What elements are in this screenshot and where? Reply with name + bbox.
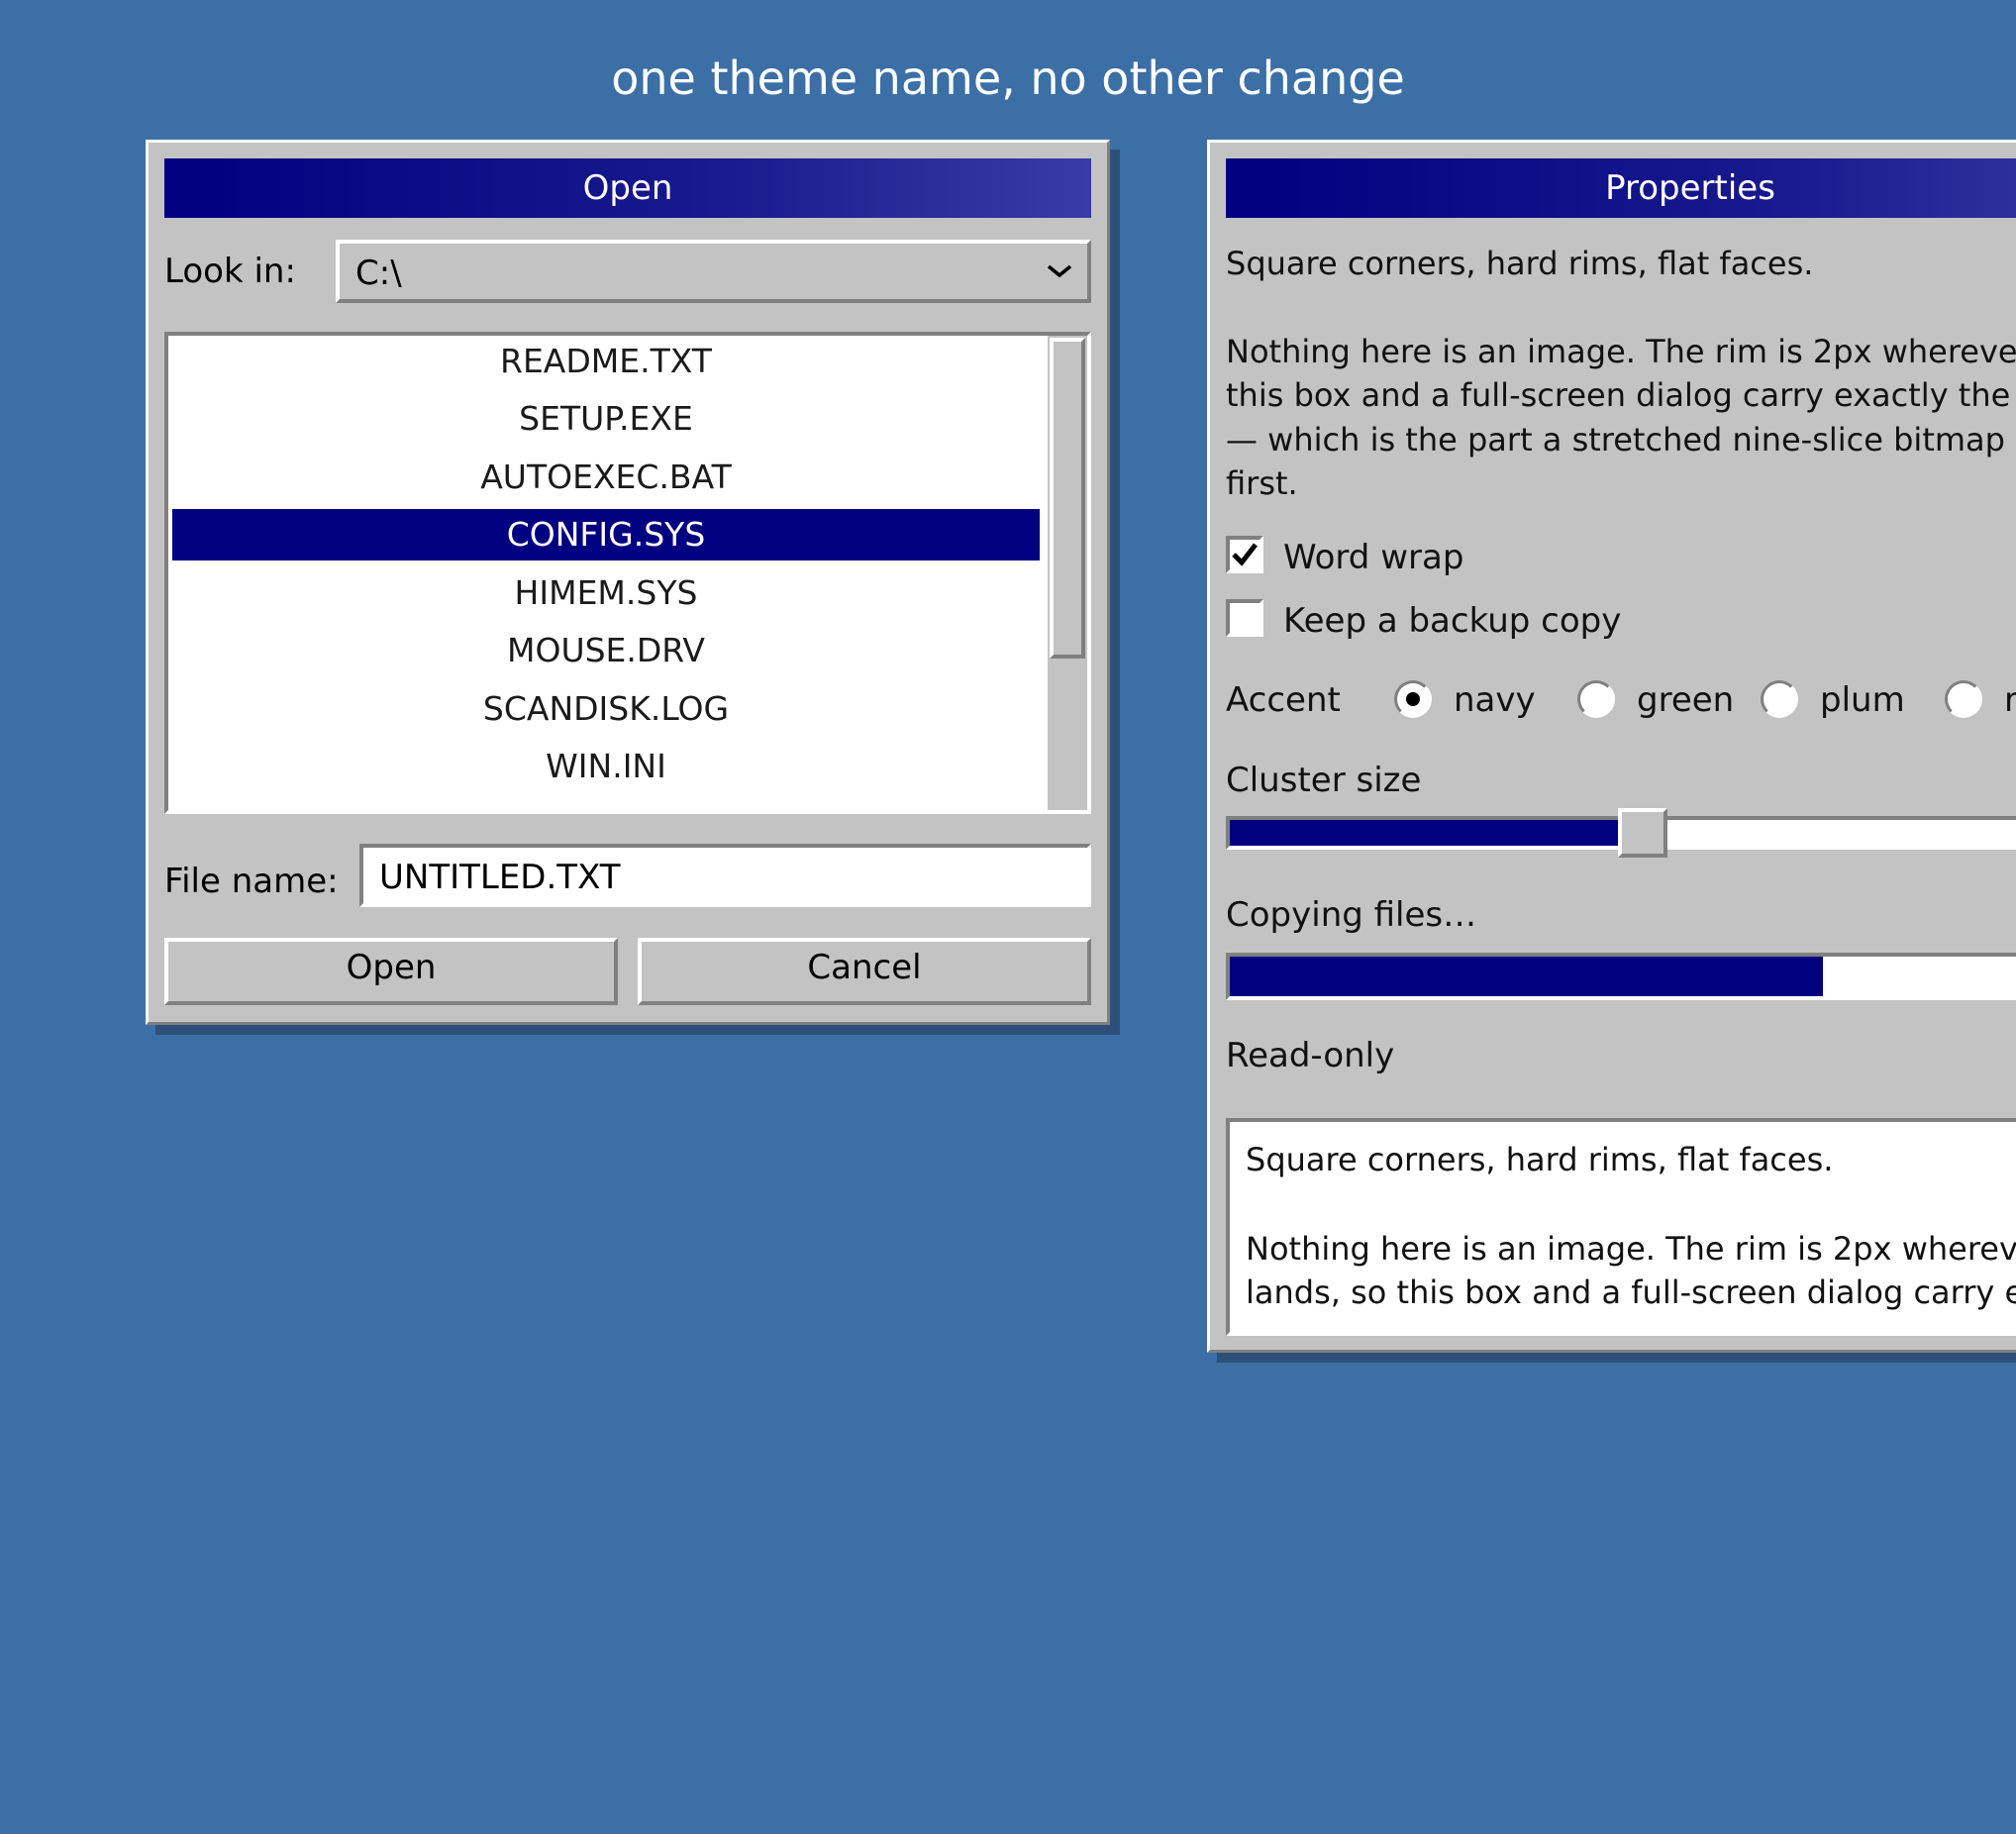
list-item[interactable]: README.TXT [172, 336, 1040, 387]
accent-radio-navy[interactable] [1394, 680, 1432, 718]
accent-radio-plum[interactable] [1761, 680, 1798, 718]
file-name-label: File name: [164, 862, 339, 901]
file-list[interactable]: README.TXT SETUP.EXE AUTOEXEC.BAT CONFIG… [164, 332, 1091, 814]
radio-dot [1406, 692, 1420, 706]
chevron-down-icon [1047, 264, 1072, 278]
word-wrap-label[interactable]: Word wrap [1283, 536, 1463, 579]
scrollbar-thumb[interactable] [1050, 338, 1085, 659]
open-dialog: Open Look in: C:\ README.TXT SETUP.EXE A… [146, 140, 1110, 1025]
paragraph-line: — which is the part a stretched nine-sli… [1226, 421, 2016, 458]
accent-label: Accent [1226, 680, 1341, 720]
backup-label[interactable]: Keep a backup copy [1283, 599, 1621, 643]
progress-fill [1230, 957, 1823, 996]
properties-titlebar: Properties [1226, 158, 2016, 218]
file-name-input[interactable]: UNTITLED.TXT [359, 844, 1091, 907]
open-dialog-titlebar: Open [164, 158, 1091, 218]
checkmark-icon [1232, 543, 1258, 566]
cluster-size-slider[interactable] [1226, 808, 2016, 858]
word-wrap-checkbox[interactable] [1226, 536, 1263, 573]
paragraph-line: Nothing here is an image. The rim is 2px… [1226, 333, 2016, 370]
accent-option-label[interactable]: r [2004, 678, 2016, 722]
accent-radio-4[interactable] [1945, 680, 1982, 718]
accent-option-label[interactable]: navy [1454, 678, 1536, 722]
open-button[interactable]: Open [164, 938, 618, 1005]
list-item[interactable]: HIMEM.SYS [172, 567, 1040, 619]
look-in-dropdown[interactable]: C:\ [336, 240, 1091, 303]
readonly-label: Read-only [1226, 1036, 1395, 1075]
look-in-value: C:\ [355, 254, 402, 293]
list-item[interactable]: AUTOEXEC.BAT [172, 452, 1040, 503]
paragraph-line: this box and a full-screen dialog carry … [1226, 376, 2016, 414]
slider-thumb[interactable] [1618, 808, 1667, 858]
list-item[interactable]: WIN.INI [172, 741, 1040, 792]
slider-fill [1230, 820, 1618, 846]
list-item[interactable]: SCANDISK.LOG [172, 683, 1040, 735]
readonly-line: Nothing here is an image. The rim is 2px… [1246, 1230, 2016, 1268]
readonly-textbox: Square corners, hard rims, flat faces. N… [1226, 1118, 2016, 1336]
page-heading: one theme name, no other change [611, 51, 1405, 105]
backup-checkbox[interactable] [1226, 599, 1263, 637]
scrollbar-track[interactable] [1048, 336, 1087, 810]
file-name-value: UNTITLED.TXT [379, 858, 621, 897]
accent-option-label[interactable]: green [1637, 678, 1734, 722]
accent-option-label[interactable]: plum [1820, 678, 1905, 722]
look-in-label: Look in: [164, 252, 296, 291]
readonly-line: lands, so this box and a full-screen dia… [1246, 1274, 2016, 1311]
properties-dialog: Properties Square corners, hard rims, fl… [1207, 140, 2016, 1353]
list-item-selected[interactable]: CONFIG.SYS [172, 509, 1040, 560]
copy-progress-bar [1226, 953, 2016, 1000]
list-item[interactable]: SETUP.EXE [172, 393, 1040, 445]
paragraph-line: first. [1226, 464, 1298, 502]
copying-label: Copying files… [1226, 895, 1477, 935]
list-item[interactable]: MOUSE.DRV [172, 625, 1040, 676]
open-button-label: Open [346, 948, 437, 987]
cancel-button[interactable]: Cancel [638, 938, 1091, 1005]
readonly-line: Square corners, hard rims, flat faces. [1246, 1141, 1834, 1178]
description-text: Square corners, hard rims, flat faces. [1226, 245, 1814, 282]
accent-radio-green[interactable] [1577, 680, 1615, 718]
cluster-size-label: Cluster size [1226, 761, 1422, 800]
cancel-button-label: Cancel [807, 948, 922, 987]
